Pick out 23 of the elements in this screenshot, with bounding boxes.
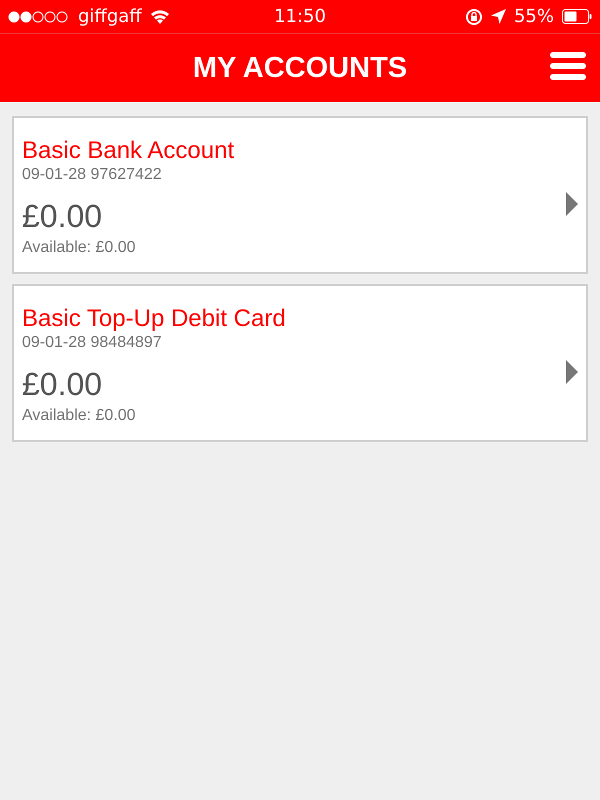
account-balance: £0.00	[22, 366, 104, 403]
account-number: 09-01-28 98484897	[22, 334, 163, 352]
clock-time: 11:50	[274, 6, 326, 27]
chevron-right-icon	[566, 192, 578, 216]
account-name: Basic Top-Up Debit Card	[22, 304, 286, 334]
battery-percent: 55%	[514, 6, 554, 27]
account-name: Basic Bank Account	[22, 136, 234, 166]
rotation-lock-icon	[464, 8, 483, 26]
account-balance: £0.00	[22, 198, 104, 235]
available-balance: Available: £0.00	[22, 239, 137, 257]
signal-icon	[8, 10, 70, 22]
page-title: MY ACCOUNTS	[192, 52, 408, 84]
chevron-right-icon	[566, 360, 578, 384]
menu-button[interactable]	[550, 52, 586, 80]
wifi-icon	[150, 9, 170, 24]
menu-icon	[550, 52, 586, 80]
account-number: 09-01-28 97627422	[22, 166, 163, 184]
location-arrow-icon	[490, 9, 506, 24]
account-card[interactable]: Basic Top-Up Debit Card 09-01-28 98484897 £0.00 Available: £0.00	[12, 284, 588, 442]
carrier-name: giffgaff	[78, 6, 142, 27]
battery-icon	[562, 9, 592, 24]
account-card[interactable]: Basic Bank Account 09-01-28 97627422 £0.00 Available: £0.00	[12, 116, 588, 274]
available-balance: Available: £0.00	[22, 407, 137, 425]
